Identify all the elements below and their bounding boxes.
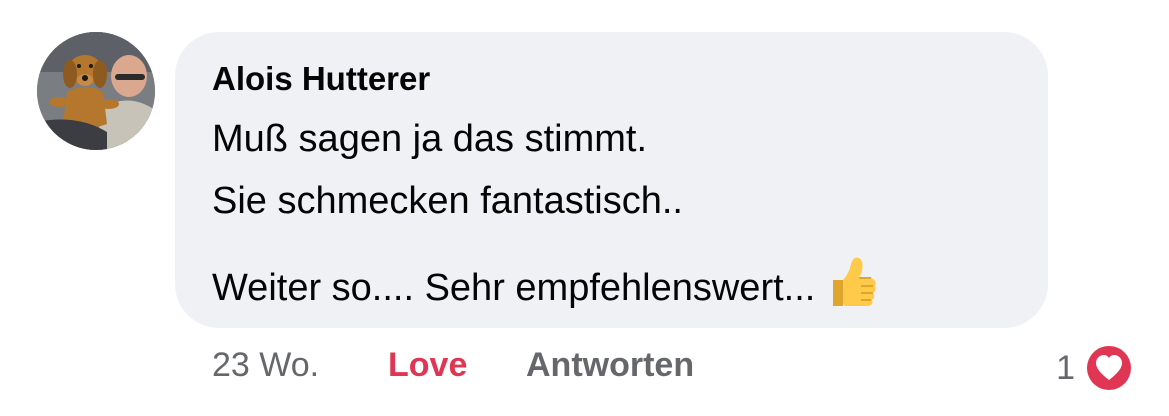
reply-button[interactable]: Antworten <box>526 346 694 385</box>
comment-text-line-last: Weiter so.... Sehr empfehlenswert... <box>212 254 879 320</box>
avatar[interactable] <box>37 32 155 150</box>
reaction-summary[interactable]: 1 <box>1056 342 1135 394</box>
comment-author[interactable]: Alois Hutterer <box>212 60 430 98</box>
thumbs-up-icon <box>823 254 879 320</box>
comment-text-line: Muß sagen ja das stimmt. <box>212 118 648 160</box>
heart-reaction-badge <box>1083 342 1135 394</box>
comment-timestamp[interactable]: 23 Wo. <box>212 346 319 385</box>
comment-text-line: Sie schmecken fantastisch.. <box>212 180 683 222</box>
avatar-photo <box>37 32 155 150</box>
reaction-count: 1 <box>1056 348 1075 387</box>
comment-bubble: Alois Hutterer Muß sagen ja das stimmt. … <box>175 32 1048 328</box>
heart-icon <box>1087 346 1131 390</box>
comment-text: Weiter so.... Sehr empfehlenswert... <box>212 267 816 309</box>
love-reaction-button[interactable]: Love <box>388 346 467 385</box>
